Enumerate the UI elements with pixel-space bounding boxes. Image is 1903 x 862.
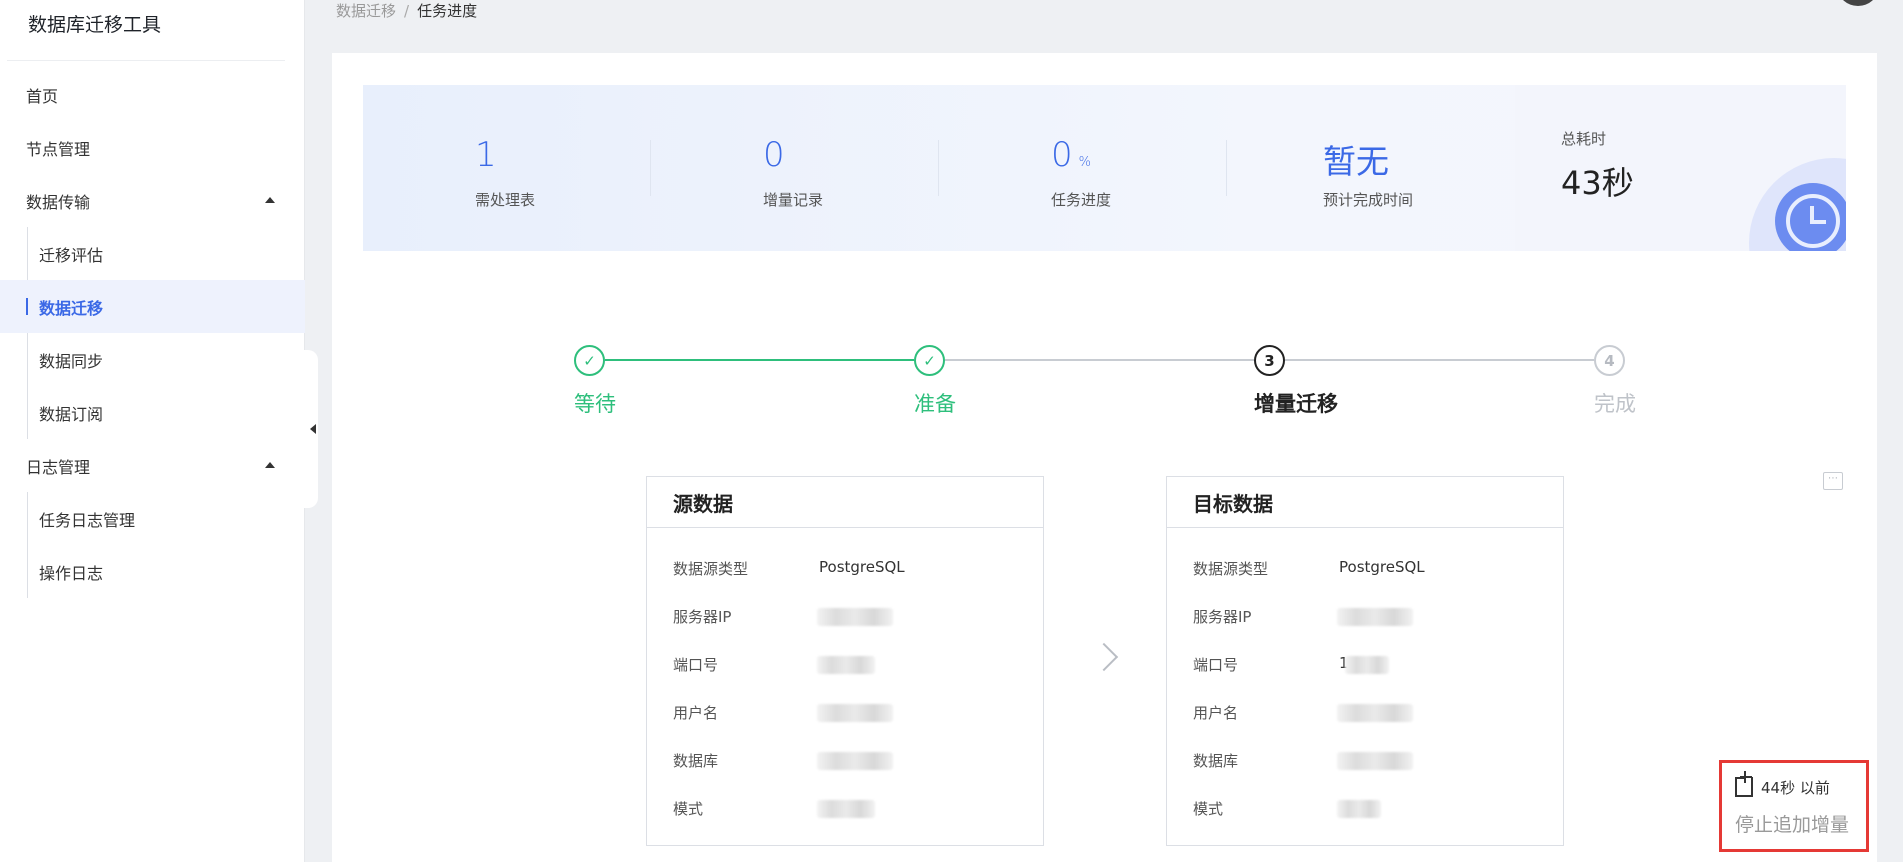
stat-label: 增量记录	[763, 191, 824, 209]
progress-unit: %	[1078, 155, 1091, 170]
sidebar-item-nodes[interactable]: 节点管理	[0, 121, 305, 174]
caret-left-icon	[310, 424, 316, 434]
divider	[938, 140, 939, 196]
panel-title: 源数据	[647, 477, 1043, 528]
sidebar-item-label: 数据传输	[26, 192, 91, 212]
step-check-icon: ✓	[914, 345, 945, 376]
field-label: 模式	[1193, 800, 1224, 818]
stat-value: 暂无	[1323, 142, 1389, 181]
redacted-value	[1337, 608, 1413, 626]
redacted-value	[1345, 656, 1389, 674]
sidebar-item-label: 迁移评估	[39, 245, 104, 265]
sidebar: 数据库迁移工具 首页 节点管理 数据传输 迁移评估 数据迁移 数据同步 数据订阅…	[0, 0, 305, 862]
redacted-value	[817, 608, 893, 626]
field-label: 数据库	[673, 752, 719, 770]
sidebar-item-label: 日志管理	[26, 457, 91, 477]
step-label: 等待	[574, 392, 616, 416]
divider	[7, 60, 285, 61]
step-connector	[945, 359, 1254, 361]
step-connector	[605, 359, 914, 361]
stat-label: 预计完成时间	[1323, 191, 1414, 209]
sidebar-item-data-transfer[interactable]: 数据传输	[0, 174, 305, 227]
stop-incremental-panel: 44秒 以前 停止追加增量	[1719, 760, 1869, 852]
panel-title: 目标数据	[1167, 477, 1563, 528]
field-label: 端口号	[1193, 656, 1239, 674]
total-value: 43秒	[1561, 164, 1634, 202]
redacted-value	[1337, 704, 1413, 722]
sidebar-item-migration-assessment[interactable]: 迁移评估	[0, 227, 305, 280]
divider	[1226, 140, 1227, 196]
sidebar-item-label: 数据迁移	[39, 298, 104, 318]
stop-incremental-button[interactable]: 停止追加增量	[1735, 810, 1849, 837]
breadcrumb-separator: /	[404, 2, 410, 20]
field-label: 用户名	[1193, 704, 1239, 722]
caret-up-icon	[265, 462, 275, 468]
step-number: 4	[1594, 345, 1625, 376]
sidebar-item-data-migration[interactable]: 数据迁移	[0, 280, 305, 333]
sidebar-menu: 首页 节点管理 数据传输 迁移评估 数据迁移 数据同步 数据订阅 日志管理 任务…	[0, 68, 305, 598]
sidebar-item-label: 任务日志管理	[39, 510, 136, 530]
sidebar-item-home[interactable]: 首页	[0, 68, 305, 121]
sidebar-item-data-subscription[interactable]: 数据订阅	[0, 386, 305, 439]
field-label: 服务器IP	[1193, 608, 1252, 626]
total-duration-card: 总耗时 43秒	[1515, 85, 1846, 251]
sidebar-item-label: 数据同步	[39, 351, 104, 371]
redacted-value	[817, 752, 893, 770]
field-label: 模式	[673, 800, 704, 818]
stat-label: 任务进度	[1051, 191, 1112, 209]
redacted-value	[1337, 800, 1381, 818]
total-label: 总耗时	[1561, 130, 1607, 148]
redacted-value	[817, 656, 875, 674]
breadcrumb-parent[interactable]: 数据迁移	[336, 2, 396, 20]
avatar[interactable]	[1838, 0, 1878, 6]
breadcrumb: 数据迁移 / 任务进度	[336, 0, 477, 21]
field-value: PostgreSQL	[1339, 558, 1425, 576]
step-label: 准备	[914, 392, 956, 416]
stat-value: 0%	[1051, 135, 1091, 175]
sidebar-item-operation-logs[interactable]: 操作日志	[0, 545, 305, 598]
step-connector	[1285, 359, 1594, 361]
divider	[650, 140, 651, 196]
step-number: 3	[1254, 345, 1285, 376]
clock-icon	[1775, 183, 1846, 251]
field-value: PostgreSQL	[819, 558, 905, 576]
stat-value: 1	[475, 135, 497, 175]
field-label: 端口号	[673, 656, 719, 674]
redacted-value	[817, 704, 893, 722]
breadcrumb-current: 任务进度	[417, 2, 478, 20]
step-check-icon: ✓	[574, 345, 605, 376]
field-label: 数据库	[1193, 752, 1239, 770]
more-icon[interactable]: ⋯	[1823, 472, 1843, 490]
redacted-value	[1337, 752, 1413, 770]
step-label: 增量迁移	[1254, 392, 1338, 416]
sidebar-item-label: 首页	[26, 86, 59, 106]
field-label: 服务器IP	[673, 608, 732, 626]
stat-label: 需处理表	[475, 191, 536, 209]
sidebar-item-label: 操作日志	[39, 563, 104, 583]
sidebar-collapse-button[interactable]	[298, 350, 318, 508]
sidebar-item-label: 节点管理	[26, 139, 91, 159]
sidebar-item-data-sync[interactable]: 数据同步	[0, 333, 305, 386]
elapsed-time: 44秒 以前	[1761, 779, 1830, 797]
field-label: 数据源类型	[1193, 560, 1269, 578]
sidebar-item-task-logs[interactable]: 任务日志管理	[0, 492, 305, 545]
field-label: 数据源类型	[673, 560, 749, 578]
stat-value: 0	[763, 135, 785, 175]
caret-up-icon	[265, 197, 275, 203]
app-title: 数据库迁移工具	[28, 14, 162, 36]
add-file-icon	[1735, 771, 1753, 797]
progress-number: 0	[1051, 135, 1073, 175]
step-label: 完成	[1594, 392, 1636, 416]
redacted-value	[817, 800, 875, 818]
target-panel: 目标数据 数据源类型 PostgreSQL 服务器IP 端口号 1 用户名 数据库 …	[1166, 476, 1564, 846]
field-label: 用户名	[673, 704, 719, 722]
sidebar-item-log-management[interactable]: 日志管理	[0, 439, 305, 492]
sidebar-item-label: 数据订阅	[39, 404, 104, 424]
source-panel: 源数据 数据源类型 PostgreSQL 服务器IP 端口号 用户名 数据库 模式	[646, 476, 1044, 846]
